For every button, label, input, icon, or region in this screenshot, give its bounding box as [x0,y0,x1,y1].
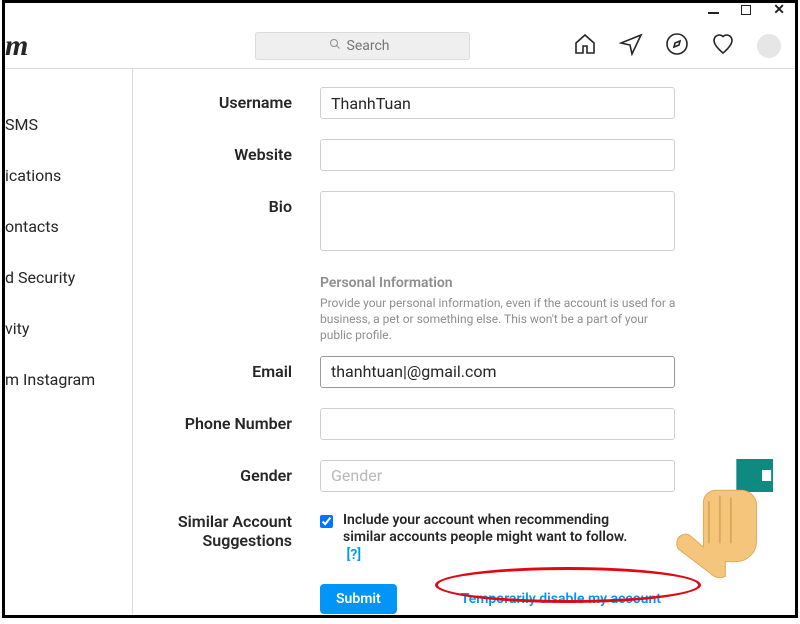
phone-label: Phone Number [155,408,320,433]
window-maximize-button[interactable] [741,5,751,15]
messages-icon[interactable] [619,32,643,60]
window-close-button[interactable]: ✕ [773,5,785,15]
sidebar-item-instagram[interactable]: m Instagram [5,354,132,405]
personal-info-desc: Provide your personal information, even … [320,295,680,344]
activity-icon[interactable] [711,32,735,60]
gender-input[interactable] [320,460,675,492]
similar-suggestions-checkbox[interactable] [320,515,333,528]
bio-label: Bio [155,191,320,216]
similar-suggestions-desc: Include your account when recommending s… [343,512,630,565]
sidebar-item-sms[interactable]: SMS [5,99,132,150]
username-label: Username [155,87,320,112]
similar-label-line1: Similar Account [178,512,292,531]
home-icon[interactable] [573,32,597,60]
explore-icon[interactable] [665,32,689,60]
sidebar-item-security[interactable]: d Security [5,252,132,303]
search-input[interactable] [347,38,397,54]
submit-button[interactable]: Submit [320,584,397,614]
profile-avatar[interactable] [757,34,781,58]
website-input[interactable] [320,139,675,171]
logo: m [5,29,35,63]
sidebar-item-notifications[interactable]: ications [5,150,132,201]
search-icon [329,38,341,53]
window-titlebar: ✕ [5,3,795,23]
bio-input[interactable] [320,191,675,251]
email-input[interactable] [320,356,675,388]
sidebar-item-contacts[interactable]: ontacts [5,201,132,252]
sidebar-item-activity[interactable]: vity [5,303,132,354]
similar-label-line2: Suggestions [203,531,292,550]
window-minimize-button[interactable] [708,12,719,14]
settings-sidebar: SMS ications ontacts d Security vity m I… [5,69,133,615]
top-nav: m [5,23,795,69]
search-box[interactable] [255,32,470,60]
similar-help-link[interactable]: [?] [346,547,361,563]
phone-input[interactable] [320,408,675,440]
website-label: Website [155,139,320,164]
temporarily-disable-account-link[interactable]: Temporarily disable my account [461,591,661,607]
personal-info-heading: Personal Information [320,275,773,291]
settings-form: Username Website Bio [133,69,795,615]
email-label: Email [155,356,320,381]
username-input[interactable] [320,87,675,119]
gender-label: Gender [155,460,320,485]
